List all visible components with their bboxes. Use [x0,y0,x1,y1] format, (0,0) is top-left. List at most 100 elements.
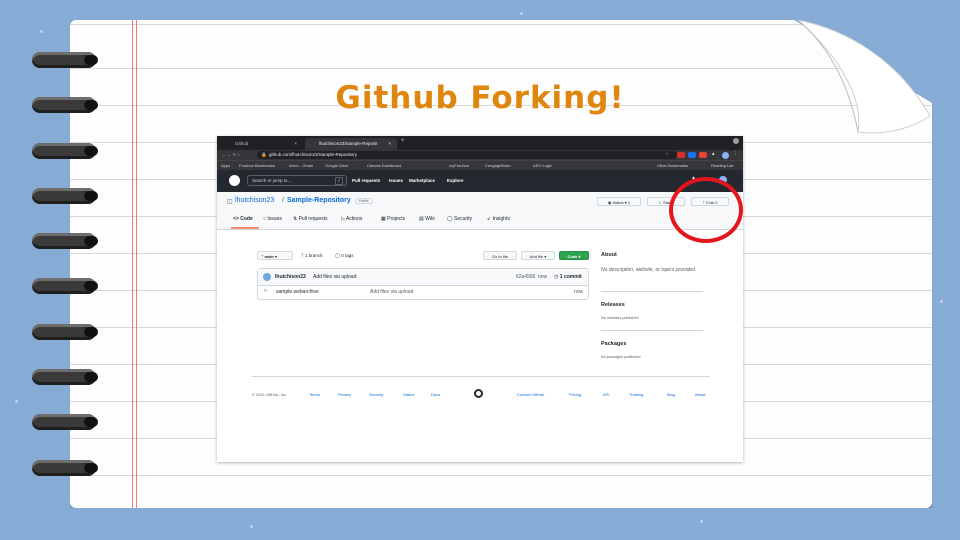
star-bookmark-icon[interactable]: ☆ [665,149,669,159]
branch-icon: ᛉ [261,254,264,259]
tab-label: Github [235,141,249,146]
browser-tab-bar: Github × lhutchison23/Sample-Reposit × + [217,136,743,150]
bookmark-item[interactable]: Reading List [711,161,733,170]
repo-icon: ◫ [227,199,233,205]
search-shortcut-badge: / [335,177,343,185]
github-logo-icon[interactable] [229,175,240,186]
nav-marketplace[interactable]: Marketplace [409,178,435,183]
packages-text: No packages published [601,355,641,359]
go-to-file-button[interactable]: Go to file [483,251,517,260]
footer-divider [252,376,710,377]
tab-actions[interactable]: ▷ Actions [341,216,362,222]
bookmark-item[interactable]: Inbox - Gmail [289,161,313,170]
nav-explore[interactable]: Explore [447,178,464,183]
footer-link[interactable]: Status [403,392,414,397]
file-icon: □ [264,288,268,294]
table-row[interactable]: □ sample.webarchive Add files via upload… [258,285,588,299]
extension-icon[interactable] [699,152,707,158]
lock-icon: 🔒 [261,152,267,157]
footer-link[interactable]: API [603,392,609,397]
tab-pull-requests[interactable]: ⇅ Pull requests [293,216,328,222]
nav-issues[interactable]: Issues [389,178,403,183]
browser-tab[interactable]: Github × [221,138,303,150]
tab-insights[interactable]: ↙ Insights [487,216,510,222]
footer-link[interactable]: Privacy [338,392,351,397]
footer-link[interactable]: Training [629,392,643,397]
puzzle-icon[interactable]: ▲ [711,149,715,159]
tab-label: lhutchison23/Sample-Reposit [319,141,378,146]
file-name-link[interactable]: sample.webarchive [276,289,319,295]
tab-issues[interactable]: ○ Issues [263,216,282,222]
author-avatar [263,273,271,281]
bookmarks-bar: Apps Furuhou Bookmarks Inbox - Gmail Goo… [217,160,743,170]
menu-icon[interactable]: ⋮ [733,149,738,159]
file-commit-message[interactable]: Add files via upload [370,289,413,295]
binder-ring [32,52,98,68]
profile-icon[interactable] [733,138,739,144]
highlight-circle [669,177,743,243]
footer-link[interactable]: Blog [667,392,675,397]
bookmark-item[interactable]: Apps [221,161,230,170]
footer-link[interactable]: Pricing [569,392,581,397]
add-file-button[interactable]: Add file ▾ [521,251,555,260]
github-header: Search or jump to... / Pull requests Iss… [217,170,743,192]
bookmark-item[interactable]: Other Bookmarks [657,161,688,170]
footer-link[interactable]: About [695,392,705,397]
commit-time: now [538,274,548,280]
bookmark-item[interactable]: Canvas Dashboard [367,161,401,170]
address-bar[interactable]: 🔒 github.com/lhutchison23/Sample-Reposit… [257,151,677,159]
commit-hash[interactable]: 62a4586 [516,274,535,280]
commits-link[interactable]: ◷ 1 commit [554,274,582,280]
path-separator: / [282,197,284,204]
file-table: lhutchison23 Add files via upload 62a458… [257,268,589,300]
binder-ring [32,188,98,204]
extension-icon[interactable] [688,152,696,158]
binder-ring [32,460,98,476]
tab-projects[interactable]: ▦ Projects [381,216,405,222]
new-tab-button[interactable]: + [401,138,405,144]
branches-link[interactable]: ᛉ 1 branch [301,253,322,258]
tab-close-icon[interactable]: × [294,138,297,150]
active-tab-indicator [231,227,259,229]
tab-security[interactable]: ◯ Security [447,216,472,222]
binder-ring [32,143,98,159]
footer-link[interactable]: Contact GitHub [517,392,544,397]
github-search-input[interactable]: Search or jump to... / [247,175,347,186]
commit-message[interactable]: Add files via upload [313,274,356,280]
commit-author[interactable]: lhutchison23 [275,274,306,280]
nav-arrows-icon[interactable]: ← → ↻ ⌂ [221,150,240,160]
tab-wiki[interactable]: ▤ Wiki [419,216,435,222]
visibility-badge: Public [355,198,373,204]
packages-heading[interactable]: Packages [601,341,626,347]
branch-selector[interactable]: ᛉ main ▾ [257,251,293,260]
bookmark-item[interactable]: Google Drive [325,161,348,170]
binder-ring [32,414,98,430]
tags-link[interactable]: ◯ 0 tags [335,253,354,259]
avatar-icon[interactable] [722,152,729,159]
footer-copyright: © 2021 GitHub, Inc. [252,392,288,397]
bookmark-item[interactable]: myFuruhou [449,161,469,170]
bookmark-item[interactable]: Furuhou Bookmarks [239,161,275,170]
watch-button[interactable]: ◉ Watch ▾ 1 [597,197,641,206]
github-footer-logo-icon[interactable] [474,389,483,398]
footer-link[interactable]: Security [369,392,383,397]
repo-name-link[interactable]: Sample-Repository [287,197,351,204]
url-text[interactable]: github.com/lhutchison23/Sample-Repositor… [269,150,357,160]
binder-ring [32,369,98,385]
bookmark-item[interactable]: AEO Login [533,161,552,170]
tab-close-icon[interactable]: × [388,138,391,150]
tab-code[interactable]: <> Code [233,216,253,222]
extension-icon[interactable] [677,152,685,158]
bookmark-item[interactable]: CengageBrain [485,161,511,170]
code-button[interactable]: Code ▾ [559,251,589,260]
footer-link[interactable]: Terms [309,392,320,397]
address-bar-row: ← → ↻ ⌂ 🔒 github.com/lhutchison23/Sample… [217,150,743,160]
watch-count: 1 [627,200,631,205]
search-placeholder: Search or jump to... [252,178,292,183]
releases-heading[interactable]: Releases [601,302,625,308]
commit-row: lhutchison23 Add files via upload 62a458… [258,269,588,286]
nav-pull-requests[interactable]: Pull requests [352,178,380,183]
browser-tab-active[interactable]: lhutchison23/Sample-Reposit × [305,138,397,150]
footer-link[interactable]: Docs [431,392,440,397]
repo-owner-link[interactable]: lhutchison23 [235,197,274,204]
